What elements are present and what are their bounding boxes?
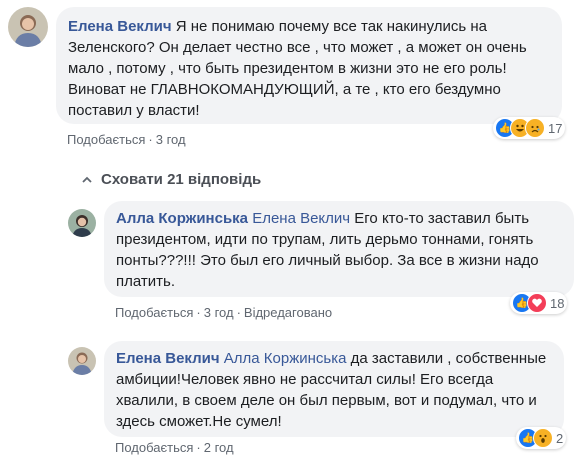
reply-author[interactable]: Елена Веклич	[116, 350, 220, 367]
avatar[interactable]	[68, 209, 96, 237]
reply-author[interactable]: Алла Коржинська	[116, 210, 248, 227]
chevron-up-icon	[82, 171, 92, 188]
hide-replies-label: Сховати 21 відповідь	[101, 171, 262, 188]
reaction-count: 2	[556, 430, 564, 446]
reply-bubble: Елена Веклич Алла Коржинська да заставил…	[104, 341, 564, 437]
reactions-summary[interactable]: 👍 17	[493, 117, 566, 139]
like-button[interactable]: Подобається	[115, 440, 193, 455]
hide-replies-button[interactable]: Сховати 21 відповідь	[82, 171, 261, 188]
comment-text: Елена Веклич Я не понимаю почему все так…	[56, 7, 562, 130]
sad-icon	[525, 118, 545, 138]
reply-actions: Подобається · 3 год · Відредаговано	[115, 305, 333, 320]
reply-time[interactable]: 2 год	[204, 440, 234, 455]
reactions-summary[interactable]: 👍 18	[510, 292, 568, 314]
comment-time[interactable]: 3 год	[156, 132, 186, 147]
reaction-count: 18	[550, 295, 565, 311]
reaction-count: 17	[548, 120, 563, 136]
reply-actions: Подобається · 2 год	[115, 440, 234, 455]
reply-mention[interactable]: Елена Веклич	[252, 210, 350, 227]
reply-text: Елена Веклич Алла Коржинська да заставил…	[104, 341, 564, 439]
reactions-summary[interactable]: 👍 2	[516, 427, 567, 449]
edited-label: Відредаговано	[243, 305, 333, 320]
reply-text: Алла Коржинська Елена Веклич Его кто-то …	[104, 201, 574, 299]
reply-time[interactable]: 3 год	[204, 305, 234, 320]
avatar[interactable]	[68, 347, 96, 375]
love-icon	[527, 293, 547, 313]
like-button[interactable]: Подобається	[115, 305, 193, 320]
comment-bubble: Елена Веклич Я не понимаю почему все так…	[56, 7, 562, 124]
reply-bubble: Алла Коржинська Елена Веклич Его кто-то …	[104, 201, 574, 297]
comment-author[interactable]: Елена Веклич	[68, 18, 172, 35]
comment-actions: Подобається · 3 год	[67, 132, 186, 147]
reply-mention[interactable]: Алла Коржинська	[224, 350, 347, 367]
avatar[interactable]	[8, 7, 48, 47]
wow-icon	[533, 428, 553, 448]
like-button[interactable]: Подобається	[67, 132, 145, 147]
